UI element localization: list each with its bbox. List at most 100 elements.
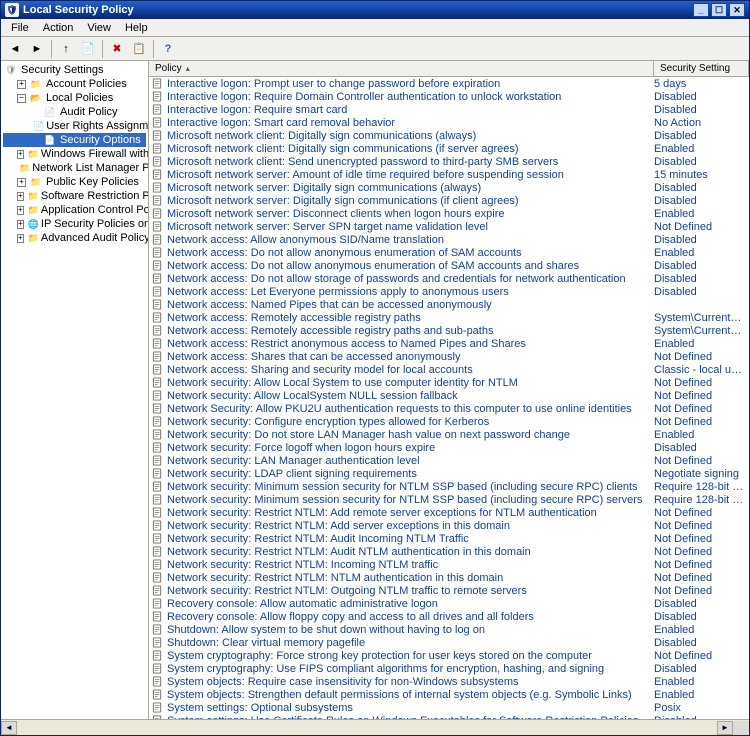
policy-row[interactable]: Network security: Allow Local System to … (149, 376, 749, 389)
column-setting[interactable]: Security Setting (654, 61, 749, 76)
expand-icon[interactable]: + (17, 192, 24, 201)
policy-row[interactable]: Network security: Allow LocalSystem NULL… (149, 389, 749, 402)
policy-row[interactable]: Network security: Restrict NTLM: Audit I… (149, 532, 749, 545)
maximize-button[interactable]: ☐ (711, 3, 727, 17)
policy-row[interactable]: Recovery console: Allow automatic admini… (149, 597, 749, 610)
policy-row[interactable]: Microsoft network server: Digitally sign… (149, 181, 749, 194)
tree-user-rights[interactable]: 📄 User Rights Assignment (3, 119, 146, 133)
policy-row[interactable]: Network security: LAN Manager authentica… (149, 454, 749, 467)
policy-row[interactable]: Network security: Restrict NTLM: Add rem… (149, 506, 749, 519)
policy-row[interactable]: Network access: Remotely accessible regi… (149, 324, 749, 337)
menubar: File Action View Help (1, 19, 749, 37)
menu-help[interactable]: Help (119, 21, 154, 35)
policy-row[interactable]: Network access: Do not allow anonymous e… (149, 259, 749, 272)
help-button[interactable]: ? (158, 39, 178, 59)
tree-view[interactable]: 🛡 Security Settings + 📁 Account Policies… (1, 61, 149, 719)
policy-row[interactable]: System objects: Require case insensitivi… (149, 675, 749, 688)
policy-row[interactable]: Network security: Force logoff when logo… (149, 441, 749, 454)
expand-icon[interactable]: + (17, 206, 24, 215)
expand-icon[interactable]: + (17, 150, 24, 159)
policy-setting: Classic - local users a... (654, 364, 749, 376)
policy-row[interactable]: Interactive logon: Prompt user to change… (149, 77, 749, 90)
policy-row[interactable]: Network access: Remotely accessible regi… (149, 311, 749, 324)
policy-row[interactable]: Network security: Do not store LAN Manag… (149, 428, 749, 441)
tree-ip-sec[interactable]: + 🌐 IP Security Policies on Local Com (3, 217, 146, 231)
collapse-icon[interactable]: − (17, 94, 26, 103)
policy-row[interactable]: Network Security: Allow PKU2U authentica… (149, 402, 749, 415)
policy-row[interactable]: Microsoft network client: Send unencrypt… (149, 155, 749, 168)
up-button[interactable]: ↑ (56, 39, 76, 59)
minimize-button[interactable]: _ (693, 3, 709, 17)
policy-row[interactable]: System cryptography: Force strong key pr… (149, 649, 749, 662)
policy-row[interactable]: Network access: Restrict anonymous acces… (149, 337, 749, 350)
back-button[interactable]: ◄ (5, 39, 25, 59)
policy-row[interactable]: Interactive logon: Smart card removal be… (149, 116, 749, 129)
policy-row[interactable]: Network access: Let Everyone permissions… (149, 285, 749, 298)
policy-row[interactable]: Microsoft network server: Server SPN tar… (149, 220, 749, 233)
tree-root[interactable]: 🛡 Security Settings (3, 63, 146, 77)
policy-row[interactable]: Microsoft network server: Disconnect cli… (149, 207, 749, 220)
tree-security-options[interactable]: 📄 Security Options (3, 133, 146, 147)
policy-row[interactable]: Network access: Named Pipes that can be … (149, 298, 749, 311)
scroll-track[interactable] (17, 721, 717, 735)
tree-local-policies[interactable]: − 📂 Local Policies (3, 91, 146, 105)
export-button[interactable]: 📄 (78, 39, 98, 59)
tree-account-policies[interactable]: + 📁 Account Policies (3, 77, 146, 91)
tree-firewall[interactable]: + 📁 Windows Firewall with Advanced (3, 147, 146, 161)
policy-row[interactable]: Microsoft network client: Digitally sign… (149, 129, 749, 142)
tree-app-control[interactable]: + 📁 Application Control Policies (3, 203, 146, 217)
policy-row[interactable]: Network security: Restrict NTLM: Add ser… (149, 519, 749, 532)
titlebar[interactable]: 🛡 Local Security Policy _ ☐ ✕ (1, 1, 749, 19)
policy-row[interactable]: Network security: Minimum session securi… (149, 480, 749, 493)
menu-view[interactable]: View (81, 21, 117, 35)
policy-row[interactable]: Interactive logon: Require Domain Contro… (149, 90, 749, 103)
tree-public-key[interactable]: + 📁 Public Key Policies (3, 175, 146, 189)
policy-row[interactable]: Recovery console: Allow floppy copy and … (149, 610, 749, 623)
horizontal-scrollbar[interactable]: ◄ ► (1, 719, 749, 735)
expand-icon[interactable]: + (17, 80, 26, 89)
menu-action[interactable]: Action (37, 21, 80, 35)
policy-row[interactable]: Network security: Restrict NTLM: Audit N… (149, 545, 749, 558)
policy-name: Shutdown: Clear virtual memory pagefile (167, 637, 654, 649)
column-policy[interactable]: Policy (149, 61, 654, 76)
policy-row[interactable]: Shutdown: Allow system to be shut down w… (149, 623, 749, 636)
tree-audit-policy[interactable]: 📄 Audit Policy (3, 105, 146, 119)
policy-row[interactable]: Network security: Restrict NTLM: Incomin… (149, 558, 749, 571)
policy-row[interactable]: Microsoft network client: Digitally sign… (149, 142, 749, 155)
delete-button[interactable]: ✖ (107, 39, 127, 59)
policy-row[interactable]: Microsoft network server: Digitally sign… (149, 194, 749, 207)
policy-setting: Not Defined (654, 585, 749, 597)
policy-row[interactable]: Network security: Minimum session securi… (149, 493, 749, 506)
policy-row[interactable]: Network security: Restrict NTLM: NTLM au… (149, 571, 749, 584)
policy-row[interactable]: Interactive logon: Require smart cardDis… (149, 103, 749, 116)
policy-row[interactable]: System settings: Optional subsystemsPosi… (149, 701, 749, 714)
scroll-right-button[interactable]: ► (717, 721, 733, 735)
policy-row[interactable]: Network access: Shares that can be acces… (149, 350, 749, 363)
policy-row[interactable]: Network security: Restrict NTLM: Outgoin… (149, 584, 749, 597)
tree-nlm[interactable]: 📁 Network List Manager Policies (3, 161, 146, 175)
policy-row[interactable]: System cryptography: Use FIPS compliant … (149, 662, 749, 675)
policy-row[interactable]: System objects: Strengthen default permi… (149, 688, 749, 701)
policy-row[interactable]: Network access: Do not allow storage of … (149, 272, 749, 285)
expand-icon[interactable]: + (17, 178, 26, 187)
tree-sw-restrict[interactable]: + 📁 Software Restriction Policies (3, 189, 146, 203)
document-icon (150, 312, 164, 324)
policy-list[interactable]: Interactive logon: Prompt user to change… (149, 77, 749, 719)
scroll-left-button[interactable]: ◄ (1, 721, 17, 735)
policy-setting: Disabled (654, 663, 749, 675)
policy-setting: Enabled (654, 676, 749, 688)
policy-row[interactable]: Shutdown: Clear virtual memory pagefileD… (149, 636, 749, 649)
menu-file[interactable]: File (5, 21, 35, 35)
expand-icon[interactable]: + (17, 220, 24, 229)
policy-row[interactable]: Network security: LDAP client signing re… (149, 467, 749, 480)
policy-row[interactable]: Network access: Sharing and security mod… (149, 363, 749, 376)
policy-row[interactable]: Network security: Configure encryption t… (149, 415, 749, 428)
forward-button[interactable]: ► (27, 39, 47, 59)
policy-row[interactable]: Network access: Do not allow anonymous e… (149, 246, 749, 259)
properties-button[interactable]: 📋 (129, 39, 149, 59)
expand-icon[interactable]: + (17, 234, 24, 243)
policy-row[interactable]: Microsoft network server: Amount of idle… (149, 168, 749, 181)
tree-adv-audit[interactable]: + 📁 Advanced Audit Policy Configurat (3, 231, 146, 245)
policy-row[interactable]: Network access: Allow anonymous SID/Name… (149, 233, 749, 246)
close-button[interactable]: ✕ (729, 3, 745, 17)
